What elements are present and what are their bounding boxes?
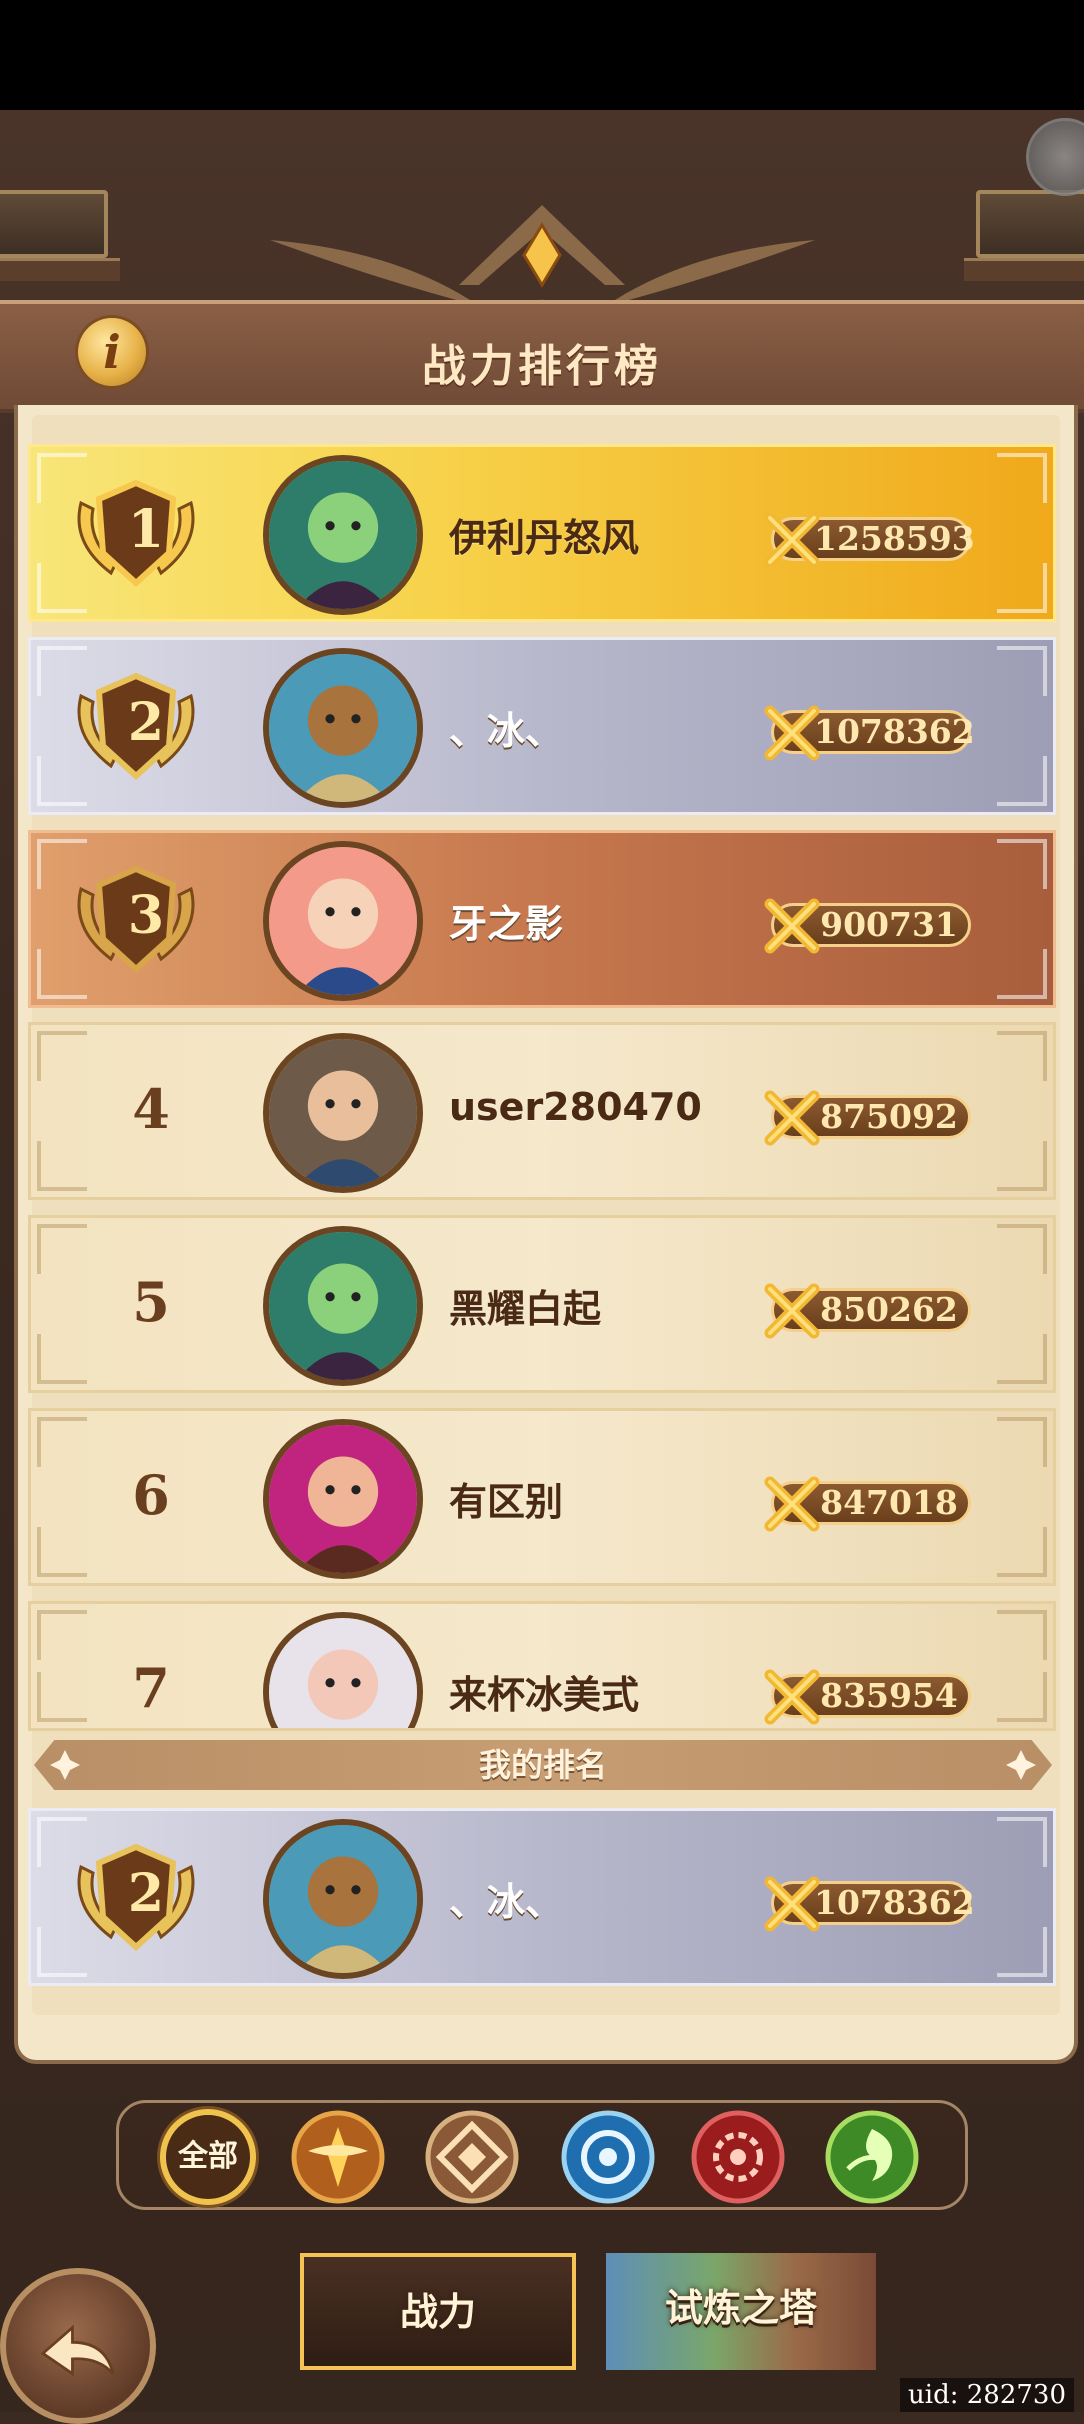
player-name: 牙之影 bbox=[449, 902, 564, 946]
crossed-swords-icon bbox=[764, 512, 820, 568]
ranking-row[interactable]: 1 伊利丹怒风 1258593 bbox=[28, 444, 1056, 622]
avatar[interactable] bbox=[263, 455, 423, 615]
mauler-icon[interactable] bbox=[424, 2109, 520, 2205]
avatar[interactable] bbox=[263, 648, 423, 808]
tab-trial-tower[interactable]: 试炼之塔 bbox=[606, 2253, 876, 2370]
avatar[interactable] bbox=[263, 841, 423, 1001]
avatar[interactable] bbox=[263, 1226, 423, 1386]
avatar[interactable] bbox=[263, 1819, 423, 1979]
player-name: 伊利丹怒风 bbox=[449, 516, 640, 560]
avatar-portrait bbox=[269, 461, 417, 609]
ranking-row[interactable]: 2 、冰、 1078362 bbox=[28, 637, 1056, 815]
left-pillar-decoration bbox=[0, 180, 120, 281]
power-value: 1258593 bbox=[814, 519, 975, 558]
tab-power[interactable]: 战力 bbox=[300, 2253, 576, 2370]
celestial-icon[interactable] bbox=[824, 2109, 920, 2205]
ranking-row[interactable]: 4 user280470 875092 bbox=[28, 1022, 1056, 1200]
ranking-row[interactable]: 6 有区别 847018 bbox=[28, 1408, 1056, 1586]
avatar[interactable] bbox=[263, 1419, 423, 1579]
avatar-portrait bbox=[269, 847, 417, 995]
power-badge: 847018 bbox=[764, 1476, 971, 1532]
power-badge: 835954 bbox=[764, 1669, 971, 1725]
power-value: 835954 bbox=[820, 1676, 958, 1715]
avatar-portrait bbox=[269, 1425, 417, 1573]
crossed-swords-icon bbox=[764, 1090, 820, 1146]
back-button[interactable] bbox=[0, 2268, 156, 2424]
ranking-row[interactable]: 5 黑耀白起 850262 bbox=[28, 1215, 1056, 1393]
crossed-swords-icon bbox=[764, 1476, 820, 1532]
player-name: 、冰、 bbox=[449, 709, 564, 753]
power-badge: 850262 bbox=[764, 1283, 971, 1339]
power-value: 875092 bbox=[820, 1097, 958, 1136]
faction-filter-all[interactable]: 全部 bbox=[160, 2109, 256, 2205]
avatar-portrait bbox=[269, 654, 417, 802]
rank-number: 1 bbox=[127, 499, 165, 560]
player-name: 来杯冰美式 bbox=[449, 1673, 640, 1717]
power-value: 900731 bbox=[820, 905, 958, 944]
info-icon[interactable]: i bbox=[78, 318, 146, 386]
power-value: 847018 bbox=[820, 1483, 958, 1522]
avatar-portrait bbox=[269, 1232, 417, 1380]
status-bar bbox=[0, 0, 1084, 110]
avatar[interactable] bbox=[263, 1612, 423, 1728]
power-value: 1078362 bbox=[814, 1883, 975, 1922]
power-badge: 1078362 bbox=[764, 1876, 975, 1932]
faction-filter-all-label: 全部 bbox=[178, 2139, 238, 2174]
avatar[interactable] bbox=[263, 1033, 423, 1193]
rank-number: 7 bbox=[132, 1656, 170, 1720]
player-name: user280470 bbox=[449, 1085, 702, 1129]
fleur-icon bbox=[1006, 1750, 1036, 1780]
power-badge: 1258593 bbox=[764, 512, 975, 568]
power-badge: 900731 bbox=[764, 898, 971, 954]
back-arrow-icon bbox=[40, 2324, 115, 2377]
player-name: 有区别 bbox=[449, 1480, 564, 1524]
rank-number: 4 bbox=[132, 1077, 170, 1141]
my-rank-divider: 我的排名 bbox=[34, 1740, 1052, 1790]
power-value: 850262 bbox=[820, 1290, 958, 1329]
power-value: 1078362 bbox=[814, 712, 975, 751]
rank-number: 5 bbox=[132, 1270, 170, 1334]
crossed-swords-icon bbox=[764, 1876, 820, 1932]
rank-number: 3 bbox=[127, 885, 165, 946]
rank-number: 6 bbox=[132, 1463, 170, 1527]
power-badge: 1078362 bbox=[764, 705, 975, 761]
avatar-portrait bbox=[269, 1825, 417, 1973]
wilder-icon[interactable] bbox=[560, 2109, 656, 2205]
tab-power-label: 战力 bbox=[399, 2290, 476, 2334]
avatar-portrait bbox=[269, 1039, 417, 1187]
rank-number: 2 bbox=[127, 1863, 165, 1924]
ranking-row[interactable]: 7 来杯冰美式 835954 bbox=[28, 1601, 1056, 1731]
my-rank-label: 我的排名 bbox=[478, 1746, 607, 1784]
player-name: 、冰、 bbox=[449, 1880, 564, 1924]
ranking-row[interactable]: 3 牙之影 900731 bbox=[28, 830, 1056, 1008]
power-badge: 875092 bbox=[764, 1090, 971, 1146]
crossed-swords-icon bbox=[764, 1283, 820, 1339]
crossed-swords-icon bbox=[764, 705, 820, 761]
player-name: 黑耀白起 bbox=[449, 1287, 602, 1331]
lightbearer-icon[interactable] bbox=[290, 2109, 386, 2205]
page-title: 战力排行榜 bbox=[422, 341, 662, 392]
tab-trial-tower-label: 试炼之塔 bbox=[664, 2286, 817, 2330]
my-rank-row[interactable]: 2 、冰、 1078362 bbox=[28, 1808, 1056, 1986]
rank-number: 2 bbox=[127, 692, 165, 753]
crossed-swords-icon bbox=[764, 1669, 820, 1725]
crossed-swords-icon bbox=[764, 898, 820, 954]
graveborn-icon[interactable] bbox=[690, 2109, 786, 2205]
avatar-portrait bbox=[269, 1618, 417, 1728]
uid-label: uid: 282730 bbox=[900, 2378, 1074, 2412]
